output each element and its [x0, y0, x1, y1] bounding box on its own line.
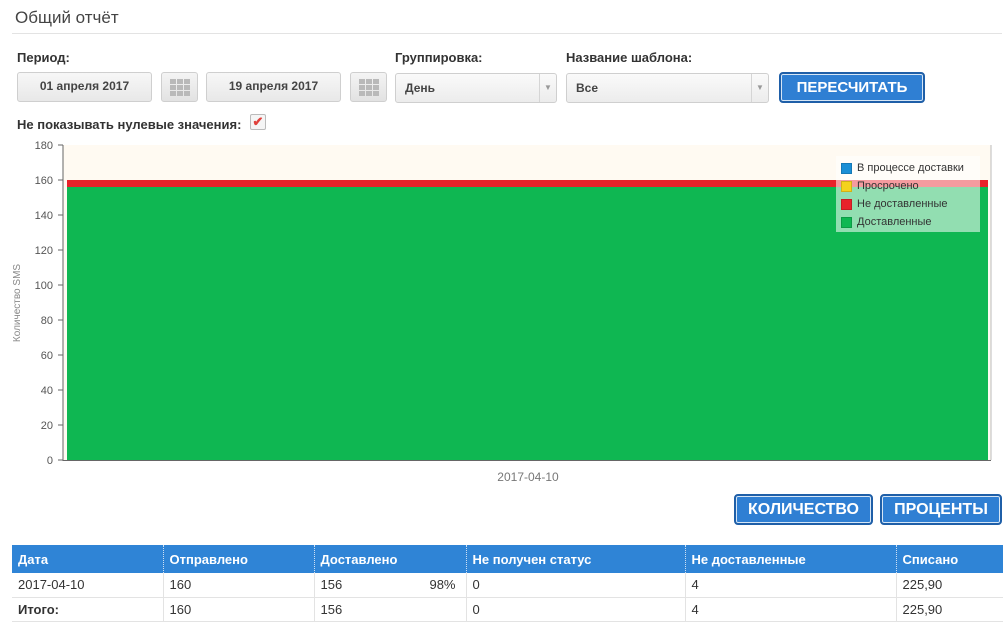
period-label: Период: [17, 50, 70, 65]
legend-swatch [841, 198, 852, 210]
cell-date: 2017-04-10 [12, 573, 163, 598]
calendar-icon [358, 78, 379, 96]
legend-label: В процессе доставки [857, 162, 964, 174]
calendar-icon [169, 78, 190, 96]
grouping-label: Группировка: [395, 50, 483, 65]
x-tick-label: 2017-04-10 [497, 470, 559, 484]
legend-item-2[interactable]: Просрочено [841, 177, 980, 195]
y-tick-label: 100 [35, 280, 53, 292]
recalculate-button[interactable]: ПЕРЕСЧИТАТЬ [779, 72, 925, 103]
page-title: Общий отчёт [15, 8, 119, 27]
legend-label: Доставленные [857, 216, 932, 228]
date-from-calendar-button[interactable] [161, 72, 198, 102]
legend-swatch [841, 162, 852, 174]
y-axis-label: Количество SMS [12, 264, 23, 342]
report-table: Дата Отправлено Доставлено Не получен ст… [12, 545, 1003, 622]
column-header-charged[interactable]: Списано [895, 545, 1003, 573]
cell-no-status: 0 [465, 573, 685, 598]
column-header-date[interactable]: Дата [12, 545, 163, 573]
y-tick-label: 60 [41, 350, 53, 362]
cell-sent: 160 [162, 573, 314, 598]
y-tick-label: 120 [35, 245, 53, 257]
hide-zero-checkbox[interactable]: ✔ [250, 114, 266, 130]
chevron-down-icon: ▼ [539, 74, 556, 102]
column-header-no-status[interactable]: Не получен статус [465, 545, 685, 573]
title-divider [12, 33, 1002, 34]
percent-view-button[interactable]: ПРОЦЕНТЫ [880, 494, 1002, 525]
checkmark-icon: ✔ [252, 114, 264, 129]
cell-delivered-percent: 98% [429, 577, 456, 593]
legend-item-4[interactable]: Доставленные [841, 213, 980, 231]
total-sent: 160 [162, 597, 314, 622]
cell-delivered-count: 156 [320, 577, 343, 593]
cell-undelivered: 4 [684, 573, 896, 598]
template-label: Название шаблона: [566, 50, 693, 65]
template-select[interactable]: Все ▼ [566, 73, 769, 103]
y-tick-label: 0 [47, 455, 53, 467]
legend-item-1[interactable]: В процессе доставки [841, 159, 980, 177]
legend-item-3[interactable]: Не доставленные [841, 195, 980, 213]
legend-label: Не доставленные [857, 198, 948, 210]
hide-zero-label: Не показывать нулевые значения: [17, 117, 242, 132]
total-delivered: 156 [313, 597, 466, 622]
column-header-undelivered[interactable]: Не доставленные [684, 545, 896, 573]
legend-swatch [841, 216, 852, 228]
total-label: Итого: [12, 597, 163, 622]
date-to-calendar-button[interactable] [350, 72, 387, 102]
column-header-sent[interactable]: Отправлено [162, 545, 314, 573]
chevron-down-icon: ▼ [751, 74, 768, 102]
y-tick-label: 80 [41, 315, 53, 327]
grouping-select[interactable]: День ▼ [395, 73, 557, 103]
y-tick-label: 180 [35, 140, 53, 152]
total-no-status: 0 [465, 597, 685, 622]
total-undelivered: 4 [684, 597, 896, 622]
table-header-row: Дата Отправлено Доставлено Не получен ст… [12, 545, 1003, 573]
cell-delivered: 156 98% [313, 573, 466, 598]
column-header-delivered[interactable]: Доставлено [313, 545, 466, 573]
grouping-select-value: День [405, 81, 435, 95]
count-view-button[interactable]: КОЛИЧЕСТВО [734, 494, 873, 525]
legend-label: Просрочено [857, 180, 919, 192]
table-total-row: Итого: 160 156 0 4 225,90 [12, 597, 1003, 622]
legend-swatch [841, 180, 852, 192]
y-tick-label: 140 [35, 210, 53, 222]
template-select-value: Все [576, 81, 599, 95]
y-tick-label: 160 [35, 175, 53, 187]
date-from-field[interactable]: 01 апреля 2017 [17, 72, 152, 102]
date-to-field[interactable]: 19 апреля 2017 [206, 72, 341, 102]
y-tick-label: 40 [41, 385, 53, 397]
chart-legend: В процессе доставки Просрочено Не доставле… [836, 156, 980, 232]
total-charged: 225,90 [895, 597, 1003, 622]
cell-charged: 225,90 [895, 573, 1003, 598]
y-tick-label: 20 [41, 420, 53, 432]
table-row: 2017-04-10 160 156 98% 0 4 225,90 [12, 573, 1003, 598]
